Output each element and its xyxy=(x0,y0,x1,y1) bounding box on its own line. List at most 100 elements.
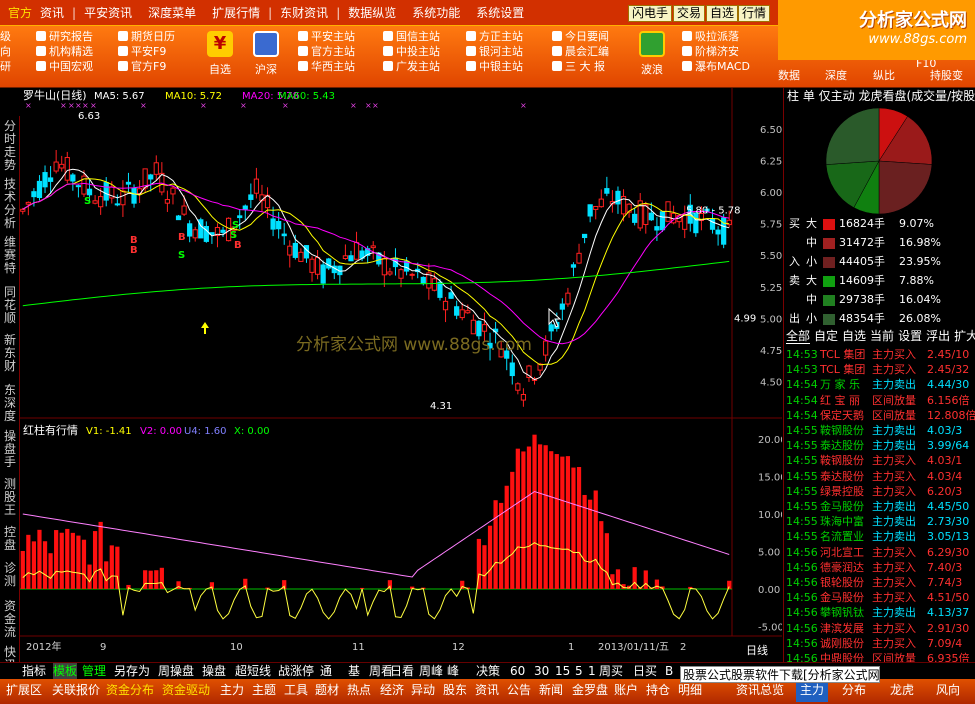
function-tab-7[interactable]: 题材 xyxy=(315,679,339,702)
leftnav-item-2[interactable]: 维赛特 xyxy=(0,236,20,275)
indicator-tab-11[interactable]: 日看 xyxy=(390,663,414,679)
trade-button[interactable]: 交易 xyxy=(673,5,706,22)
radar-row[interactable]: 14:56 中鼎股份 区间放量 6.935倍 xyxy=(784,651,975,662)
radar-row[interactable]: 14:54 保定天鹅 区间放量 12.808倍 xyxy=(784,408,975,423)
menu-ext-quote[interactable]: 扩展行情 xyxy=(204,0,268,26)
radar-tab-1[interactable]: 自定 xyxy=(814,329,838,343)
function-tab-15[interactable]: 金罗盘 xyxy=(572,679,608,702)
tb-data[interactable]: 数据 xyxy=(778,68,800,83)
indicator-tab-0[interactable]: 指标 xyxy=(22,663,46,679)
menu-guanfang[interactable]: 官方 xyxy=(0,0,40,26)
flow-tabs[interactable]: 柱 单 仅主动 龙虎看盘(成交量/按股 xyxy=(784,88,975,104)
tb-col1[interactable]: 研究报告 机构精选 中国宏观 xyxy=(36,29,93,74)
function-tab-5[interactable]: 主题 xyxy=(252,679,276,702)
radar-row[interactable]: 14:55 绿景控股 主力买入 6.20/3 xyxy=(784,484,975,499)
ad-banner[interactable]: 股票公式股票软件下载[分析家公式网www.88gs.com] xyxy=(680,666,880,683)
menu-settings[interactable]: 系统设置 xyxy=(468,0,532,26)
menu-dongcai[interactable]: 东财资讯 xyxy=(272,0,336,26)
radar-row[interactable]: 14:56 津滨发展 主力买入 2.91/30 xyxy=(784,621,975,636)
tb-col3[interactable]: 平安主站 官方主站 华西主站 xyxy=(298,29,355,74)
radar-tab-0[interactable]: 全部 xyxy=(786,329,811,344)
radar-tab-4[interactable]: 设置 xyxy=(898,329,922,343)
tb-compare[interactable]: 纵比 xyxy=(873,68,895,83)
chart-panel[interactable]: 罗牛山(日线) MA5: 5.67 MA10: 5.72 MA20: 5.78 MA60… xyxy=(20,88,782,662)
indicator-tab-16[interactable]: 30 xyxy=(534,663,549,679)
indicator-tab-14[interactable]: 决策 xyxy=(476,663,500,679)
function-tab-2[interactable]: 资金分布 xyxy=(106,679,154,702)
radar-tab-3[interactable]: 当前 xyxy=(870,329,894,343)
indicator-tab-20[interactable]: 周买 xyxy=(599,663,623,679)
indicator-tab-4[interactable]: 周操盘 xyxy=(158,663,194,679)
radar-row[interactable]: 14:56 诚刚股份 主力买入 7.09/4 xyxy=(784,636,975,651)
function-tab-14[interactable]: 新闻 xyxy=(539,679,563,702)
function-tab-6[interactable]: 工具 xyxy=(284,679,308,702)
zixuan-button[interactable]: ¥ 自选 xyxy=(200,28,240,84)
indicator-tab-15[interactable]: 60 xyxy=(510,663,525,679)
indicator-tab-5[interactable]: 操盘 xyxy=(202,663,226,679)
tb-depth[interactable]: 深度 xyxy=(825,68,847,83)
function-tab-17[interactable]: 持仓 xyxy=(646,679,670,702)
radar-row[interactable]: 14:56 攀钢钒钛 主力卖出 4.13/37 xyxy=(784,605,975,620)
function-tab-12[interactable]: 资讯 xyxy=(475,679,499,702)
indicator-tab-17[interactable]: 15 xyxy=(555,663,570,679)
flash-trade-button[interactable]: 闪电手 xyxy=(628,5,673,22)
indicator-tab-6[interactable]: 超短线 xyxy=(235,663,271,679)
leftnav-item-7[interactable]: 测股王 xyxy=(0,478,20,517)
bolang-button[interactable]: 波浪 xyxy=(632,28,672,84)
radar-row[interactable]: 14:55 名流置业 主力卖出 3.05/13 xyxy=(784,529,975,544)
radar-row[interactable]: 14:55 鞍钢股份 主力买入 4.03/1 xyxy=(784,453,975,468)
leftnav-item-10[interactable]: 资金流 xyxy=(0,600,20,639)
leftnav-item-0[interactable]: 分时走势 xyxy=(0,120,20,172)
leftnav-item-1[interactable]: 技术分析 xyxy=(0,178,20,230)
kline-chart[interactable]: 罗牛山(日线) MA5: 5.67 MA10: 5.72 MA20: 5.78MA60… xyxy=(20,88,782,662)
leftnav-item-3[interactable]: 同花顺 xyxy=(0,286,20,325)
function-tab-23[interactable]: 风向 xyxy=(936,679,960,702)
function-tab-3[interactable]: 资金驱动 xyxy=(162,679,210,702)
function-tab-10[interactable]: 异动 xyxy=(411,679,435,702)
radar-row[interactable]: 14:56 德豪润达 主力买入 7.40/3 xyxy=(784,560,975,575)
radar-row[interactable]: 14:54 万 家 乐 主力卖出 4.44/30 xyxy=(784,377,975,392)
indicator-tab-1[interactable]: 模板 xyxy=(53,663,78,679)
menu-deep[interactable]: 深度菜单 xyxy=(140,0,204,26)
radar-row[interactable]: 14:56 银轮股份 主力买入 7.74/3 xyxy=(784,575,975,590)
leftnav-item-5[interactable]: 东深度 xyxy=(0,384,20,423)
radar-row[interactable]: 14:53 TCL 集团 主力买入 2.45/32 xyxy=(784,362,975,377)
menu-data-overview[interactable]: 数据纵览 xyxy=(340,0,404,26)
radar-row[interactable]: 14:54 红 宝 丽 区间放量 6.156倍 xyxy=(784,393,975,408)
tb-col7[interactable]: 吸拉派落 阶梯济安 瀑布MACD xyxy=(682,29,750,74)
radar-tab-5[interactable]: 浮出 xyxy=(926,329,950,343)
indicator-tab-7[interactable]: 战涨停 xyxy=(278,663,314,679)
quote-button[interactable]: 行情 xyxy=(738,5,771,22)
radar-row[interactable]: 14:56 金马股份 主力买入 4.51/50 xyxy=(784,590,975,605)
radar-row[interactable]: 14:53 TCL 集团 主力买入 2.45/10 xyxy=(784,347,975,362)
radar-row[interactable]: 14:56 河北宣工 主力买入 6.29/30 xyxy=(784,545,975,560)
function-tab-22[interactable]: 龙虎 xyxy=(890,679,914,702)
function-tab-13[interactable]: 公告 xyxy=(507,679,531,702)
leftnav-item-6[interactable]: 操盘手 xyxy=(0,430,20,469)
leftnav-item-4[interactable]: 新东财 xyxy=(0,334,20,373)
leftnav-item-9[interactable]: 诊测 xyxy=(0,562,20,588)
function-tab-1[interactable]: 关联报价 xyxy=(52,679,100,702)
radar-row[interactable]: 14:55 金马股份 主力卖出 4.45/50 xyxy=(784,499,975,514)
function-tab-16[interactable]: 账户 xyxy=(614,679,638,702)
indicator-tab-9[interactable]: 基 xyxy=(348,663,360,679)
indicator-tab-13[interactable]: 峰 xyxy=(447,663,459,679)
function-tab-9[interactable]: 经济 xyxy=(380,679,404,702)
tb-holding[interactable]: 持股变 xyxy=(930,68,963,83)
menu-pingan-zixun[interactable]: 平安资讯 xyxy=(76,0,140,26)
leftnav-item-8[interactable]: 控盘 xyxy=(0,526,20,552)
indicator-tab-3[interactable]: 另存为 xyxy=(114,663,150,679)
indicator-tab-8[interactable]: 通 xyxy=(320,663,332,679)
indicator-tab-22[interactable]: B xyxy=(665,663,673,679)
menu-zixun[interactable]: 资讯 xyxy=(40,0,72,26)
function-tab-0[interactable]: 扩展区 xyxy=(6,679,42,702)
radar-row[interactable]: 14:55 泰达股份 主力卖出 3.99/64 xyxy=(784,438,975,453)
indicator-tab-12[interactable]: 周峰 xyxy=(419,663,443,679)
radar-row[interactable]: 14:55 泰达股份 主力买入 4.03/4 xyxy=(784,469,975,484)
indicator-tab-19[interactable]: 1 xyxy=(588,663,596,679)
tb-col5[interactable]: 方正主站 银河主站 中银主站 xyxy=(466,29,523,74)
function-tab-8[interactable]: 热点 xyxy=(347,679,371,702)
radar-row[interactable]: 14:55 鞍钢股份 主力卖出 4.03/3 xyxy=(784,423,975,438)
indicator-tab-2[interactable]: 管理 xyxy=(82,663,106,679)
watchlist-button[interactable]: 自选 xyxy=(706,5,739,22)
